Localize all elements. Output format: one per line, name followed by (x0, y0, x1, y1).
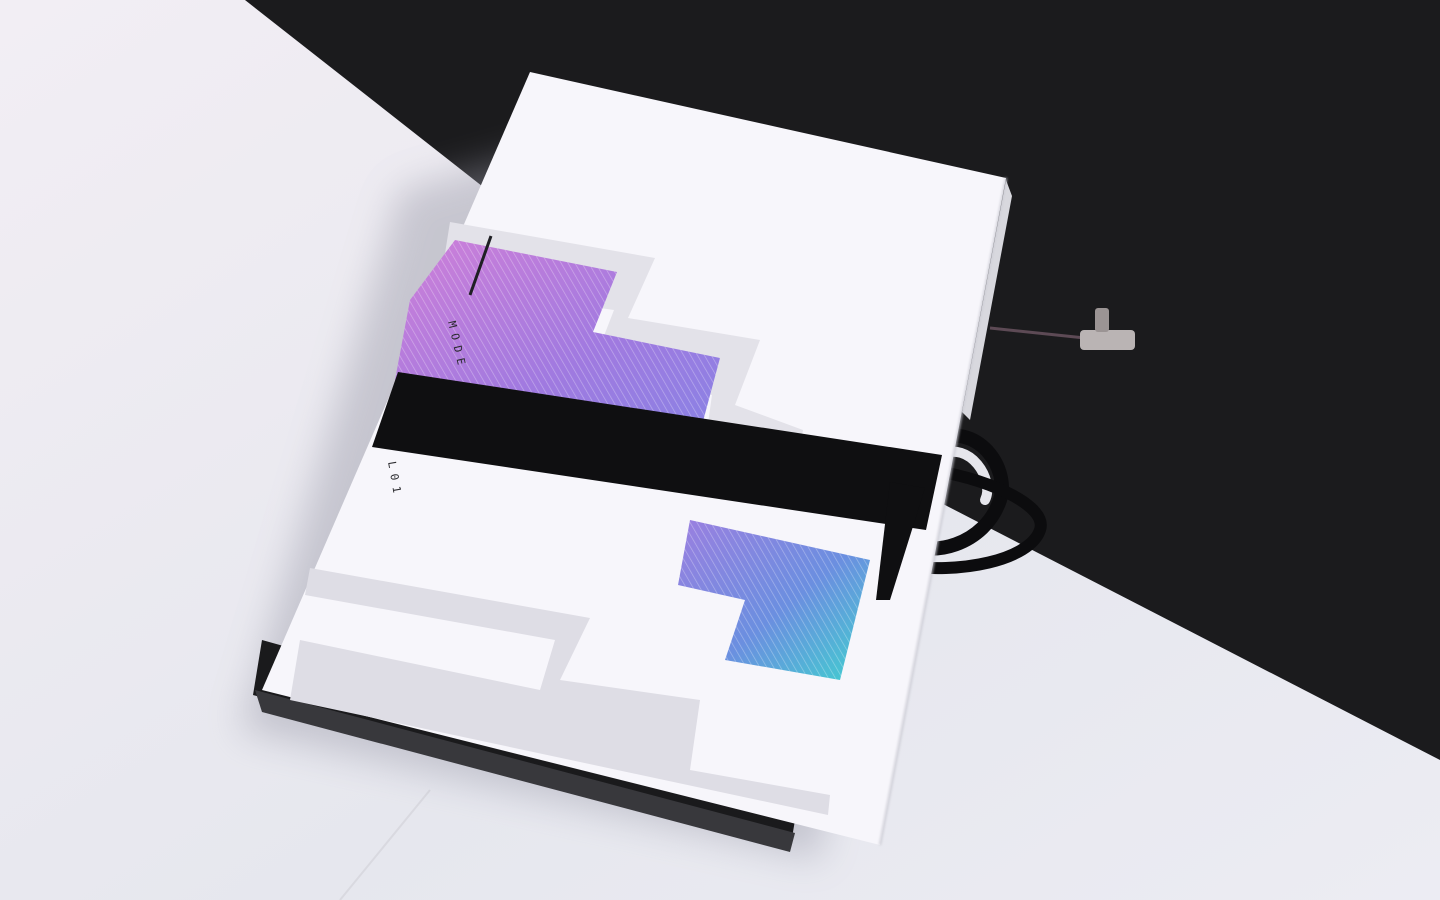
photo-scene: MODE L01 (0, 0, 1440, 900)
